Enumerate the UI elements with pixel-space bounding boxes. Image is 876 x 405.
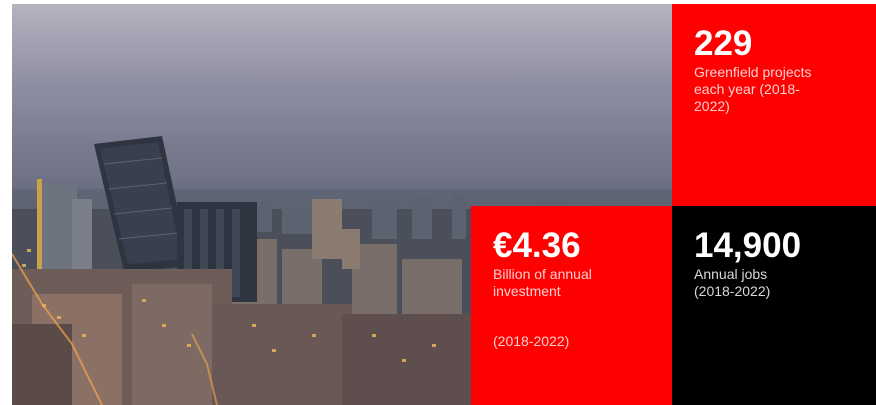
- stat-caption-jobs: Annual jobs (2018-2022): [694, 266, 856, 300]
- stat-caption-investment: Billion of annual investment: [493, 266, 652, 300]
- caption-line: investment: [493, 283, 561, 299]
- stats-banner: 229 Greenfield projects each year (2018-…: [0, 0, 876, 405]
- stat-value-investment: €4.36: [493, 226, 581, 265]
- stat-caption-greenfield: Greenfield projects each year (2018- 202…: [694, 64, 856, 115]
- stat-tile-jobs: 14,900 Annual jobs (2018-2022): [672, 206, 876, 405]
- caption-line: Annual jobs: [694, 266, 768, 282]
- stat-tile-greenfield: 229 Greenfield projects each year (2018-…: [672, 4, 876, 206]
- caption-line: 2022): [694, 98, 730, 114]
- caption-line: Greenfield projects: [694, 64, 812, 80]
- stat-tile-investment: €4.36 Billion of annual investment (2018…: [471, 206, 672, 405]
- stat-value-greenfield: 229: [694, 24, 753, 63]
- caption-line: (2018-2022): [694, 283, 771, 299]
- stat-period-investment: (2018-2022): [493, 333, 570, 349]
- caption-line: Billion of annual: [493, 266, 592, 282]
- caption-line: each year (2018-: [694, 81, 800, 97]
- stat-value-jobs: 14,900: [694, 226, 802, 265]
